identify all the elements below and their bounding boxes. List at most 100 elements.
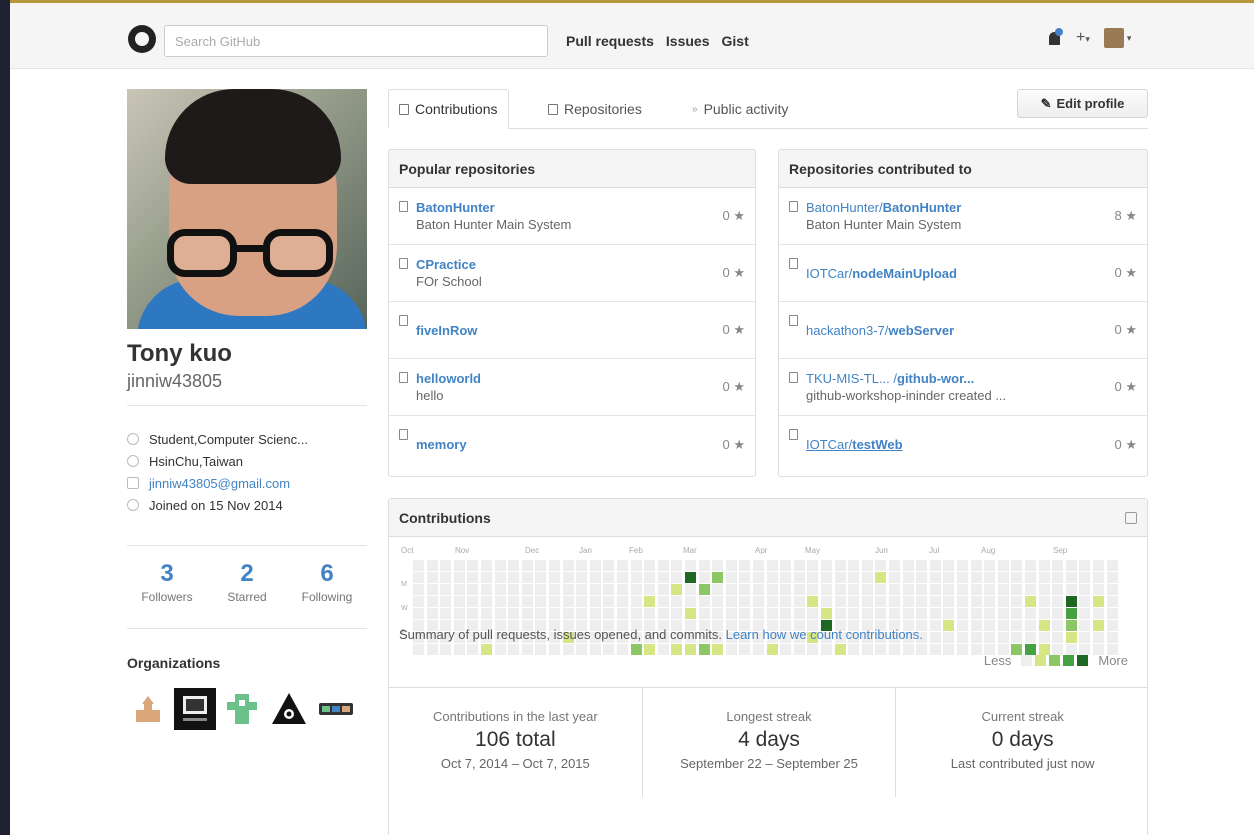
calendar-day-cell[interactable] — [739, 572, 751, 583]
calendar-day-cell[interactable] — [467, 572, 479, 583]
calendar-day-cell[interactable] — [739, 596, 751, 607]
calendar-day-cell[interactable] — [807, 584, 819, 595]
calendar-day-cell[interactable] — [630, 608, 642, 619]
calendar-day-cell[interactable] — [861, 596, 873, 607]
calendar-day-cell[interactable] — [1038, 632, 1050, 643]
following-stat[interactable]: 6 Following — [287, 560, 367, 604]
calendar-day-cell[interactable] — [1038, 620, 1050, 631]
calendar-day-cell[interactable] — [1025, 560, 1036, 571]
calendar-day-cell[interactable] — [929, 632, 941, 643]
calendar-day-cell[interactable] — [807, 596, 819, 607]
calendar-day-cell[interactable] — [861, 608, 873, 619]
calendar-day-cell[interactable] — [943, 608, 955, 619]
calendar-day-cell[interactable] — [1079, 572, 1091, 583]
calendar-day-cell[interactable] — [1038, 560, 1050, 571]
calendar-day-cell[interactable] — [889, 644, 900, 655]
calendar-day-cell[interactable] — [861, 560, 873, 571]
calendar-day-cell[interactable] — [657, 644, 669, 655]
calendar-day-cell[interactable] — [494, 572, 506, 583]
calendar-day-cell[interactable] — [848, 572, 860, 583]
calendar-day-cell[interactable] — [970, 620, 982, 631]
calendar-day-cell[interactable] — [848, 608, 860, 619]
calendar-day-cell[interactable] — [1093, 620, 1104, 631]
list-item[interactable]: fiveInRow 0 ★ — [389, 302, 755, 359]
calendar-day-cell[interactable] — [793, 584, 805, 595]
calendar-day-cell[interactable] — [685, 572, 696, 583]
calendar-day-cell[interactable] — [1025, 632, 1036, 643]
calendar-day-cell[interactable] — [576, 572, 588, 583]
repo-link[interactable]: CPractice — [416, 257, 723, 272]
calendar-day-cell[interactable] — [875, 584, 887, 595]
calendar-day-cell[interactable] — [780, 596, 792, 607]
calendar-day-cell[interactable] — [1052, 572, 1064, 583]
calendar-day-cell[interactable] — [1011, 560, 1023, 571]
calendar-day-cell[interactable] — [426, 572, 438, 583]
calendar-day-cell[interactable] — [889, 572, 900, 583]
calendar-day-cell[interactable] — [916, 584, 928, 595]
calendar-day-cell[interactable] — [1093, 608, 1104, 619]
calendar-day-cell[interactable] — [821, 572, 832, 583]
calendar-day-cell[interactable] — [984, 620, 996, 631]
calendar-day-cell[interactable] — [997, 560, 1009, 571]
calendar-day-cell[interactable] — [780, 560, 792, 571]
calendar-day-cell[interactable] — [685, 584, 696, 595]
calendar-day-cell[interactable] — [1052, 596, 1064, 607]
list-item[interactable]: IOTCar/nodeMainUpload 0 ★ — [779, 245, 1147, 302]
calendar-day-cell[interactable] — [1025, 608, 1036, 619]
calendar-day-cell[interactable] — [1065, 620, 1077, 631]
calendar-day-cell[interactable] — [576, 644, 588, 655]
calendar-day-cell[interactable] — [549, 608, 560, 619]
calendar-day-cell[interactable] — [889, 584, 900, 595]
nav-issues[interactable]: Issues — [666, 33, 710, 49]
calendar-day-cell[interactable] — [1093, 632, 1104, 643]
calendar-day-cell[interactable] — [508, 572, 520, 583]
calendar-day-cell[interactable] — [644, 584, 656, 595]
org-avatar[interactable] — [127, 688, 169, 730]
calendar-day-cell[interactable] — [1011, 584, 1023, 595]
notifications-icon[interactable] — [1046, 28, 1063, 47]
calendar-day-cell[interactable] — [644, 608, 656, 619]
calendar-day-cell[interactable] — [467, 584, 479, 595]
calendar-day-cell[interactable] — [916, 608, 928, 619]
calendar-day-cell[interactable] — [1079, 608, 1091, 619]
calendar-day-cell[interactable] — [549, 644, 560, 655]
list-item[interactable]: BatonHunter/BatonHunter Baton Hunter Main… — [779, 188, 1147, 245]
tab-repositories[interactable]: Repositories — [538, 89, 652, 129]
calendar-day-cell[interactable] — [521, 572, 533, 583]
calendar-day-cell[interactable] — [739, 560, 751, 571]
calendar-day-cell[interactable] — [1093, 596, 1104, 607]
calendar-day-cell[interactable] — [1079, 632, 1091, 643]
calendar-day-cell[interactable] — [671, 572, 683, 583]
calendar-day-cell[interactable] — [834, 596, 846, 607]
calendar-day-cell[interactable] — [426, 584, 438, 595]
calendar-day-cell[interactable] — [943, 644, 955, 655]
calendar-day-cell[interactable] — [807, 644, 819, 655]
calendar-day-cell[interactable] — [984, 632, 996, 643]
org-avatar[interactable] — [174, 688, 216, 730]
calendar-day-cell[interactable] — [603, 572, 615, 583]
calendar-day-cell[interactable] — [997, 620, 1009, 631]
calendar-day-cell[interactable] — [712, 596, 724, 607]
calendar-day-cell[interactable] — [834, 572, 846, 583]
calendar-day-cell[interactable] — [970, 608, 982, 619]
calendar-day-cell[interactable] — [970, 632, 982, 643]
calendar-day-cell[interactable] — [1025, 584, 1036, 595]
calendar-day-cell[interactable] — [1025, 572, 1036, 583]
calendar-day-cell[interactable] — [766, 572, 778, 583]
calendar-day-cell[interactable] — [1079, 584, 1091, 595]
calendar-day-cell[interactable] — [1106, 560, 1118, 571]
calendar-day-cell[interactable] — [753, 572, 764, 583]
calendar-day-cell[interactable] — [562, 584, 574, 595]
calendar-day-cell[interactable] — [712, 644, 724, 655]
calendar-day-cell[interactable] — [943, 632, 955, 643]
calendar-day-cell[interactable] — [793, 644, 805, 655]
calendar-day-cell[interactable] — [494, 644, 506, 655]
calendar-day-cell[interactable] — [535, 584, 547, 595]
calendar-day-cell[interactable] — [671, 608, 683, 619]
repo-link[interactable]: BatonHunter/BatonHunter — [806, 200, 1115, 215]
calendar-day-cell[interactable] — [957, 644, 968, 655]
calendar-day-cell[interactable] — [753, 584, 764, 595]
tab-contributions[interactable]: Contributions — [388, 89, 509, 129]
calendar-day-cell[interactable] — [685, 560, 696, 571]
calendar-day-cell[interactable] — [576, 596, 588, 607]
